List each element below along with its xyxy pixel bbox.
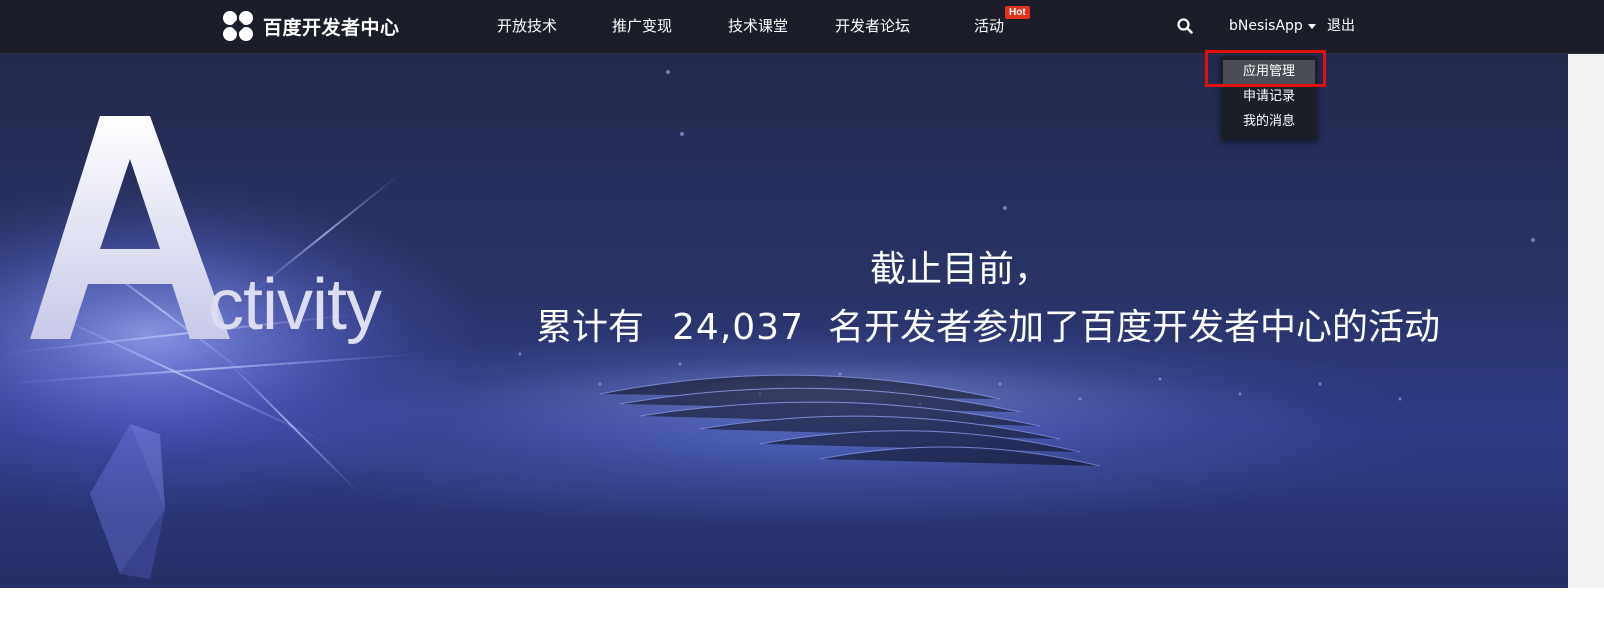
- search-icon[interactable]: [1176, 17, 1194, 35]
- dropdown-item-my-messages[interactable]: 我的消息: [1223, 110, 1315, 134]
- hot-badge: Hot: [1005, 6, 1030, 19]
- user-dropdown-menu: 应用管理 申请记录 我的消息: [1221, 56, 1317, 140]
- dropdown-item-application-records[interactable]: 申请记录: [1223, 85, 1315, 109]
- nav-promotion[interactable]: 推广变现: [612, 0, 672, 53]
- top-navigation-bar: 百度开发者中心 开放技术 推广变现 技术课堂 开发者论坛 活动 Hot bNes…: [0, 0, 1604, 54]
- user-name: bNesisApp: [1229, 18, 1303, 34]
- hero-headline-line2: 累计有 24,037 名开发者参加了百度开发者中心的活动: [536, 298, 1440, 350]
- activity-letter-a-logo: [30, 116, 230, 339]
- hero-count-prefix: 累计有: [536, 307, 645, 348]
- nav-open-technology[interactable]: 开放技术: [497, 0, 557, 53]
- dropdown-item-app-management[interactable]: 应用管理: [1223, 60, 1315, 84]
- nav-activities[interactable]: 活动: [974, 0, 1004, 53]
- chevron-down-icon: [1307, 23, 1316, 29]
- page-side-gutter: [1568, 54, 1604, 588]
- nav-developer-forum[interactable]: 开发者论坛: [835, 0, 910, 53]
- activity-word-art: ctivity: [208, 265, 382, 345]
- activity-hero-banner: ctivity 截止目前， 累计有 24,037 名开发者参加了百度开发者中心的活动: [0, 54, 1568, 588]
- logout-link[interactable]: 退出: [1327, 0, 1355, 53]
- hero-count-suffix: 名开发者参加了百度开发者中心的活动: [827, 307, 1440, 348]
- user-menu-toggle[interactable]: bNesisApp: [1229, 0, 1316, 53]
- baidu-developer-logo[interactable]: 百度开发者中心: [221, 9, 400, 43]
- hero-headline-line1: 截止目前，: [870, 249, 1051, 290]
- nav-tech-classroom[interactable]: 技术课堂: [728, 0, 788, 53]
- logo-text: 百度开发者中心: [263, 16, 400, 39]
- logo-icon: [223, 11, 253, 41]
- participant-count: 24,037: [672, 307, 804, 348]
